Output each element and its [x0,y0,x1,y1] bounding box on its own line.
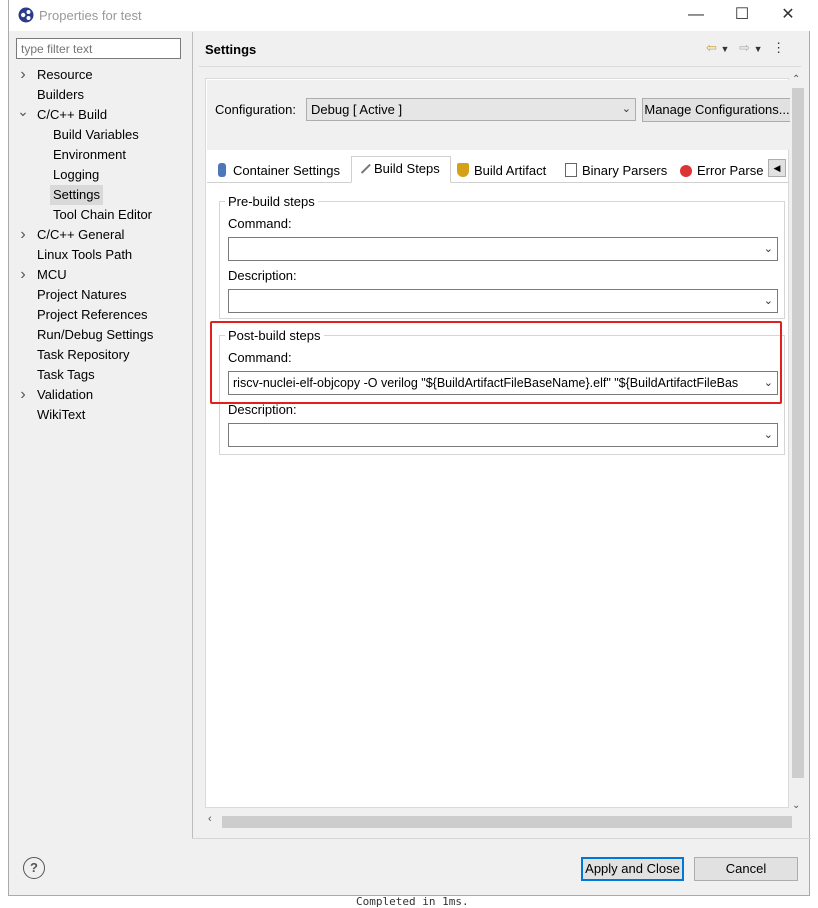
build-steps-icon [355,158,371,174]
tree-item-label: Validation [37,387,94,402]
view-menu-icon[interactable]: ⋮ [772,40,785,55]
tab-error-parse[interactable]: Error Parse [675,159,767,183]
prebuild-command-field[interactable]: ⌄ [228,237,778,261]
binary-icon [565,163,577,177]
chevron-right-icon[interactable]: › [17,225,29,245]
pane-divider[interactable] [192,32,193,838]
tab-scroll-left-icon[interactable]: ◀ [768,159,786,177]
tree-item-label: Resource [37,67,93,82]
tree-item-label: WikiText [37,407,86,422]
help-icon[interactable]: ? [23,857,45,879]
tree-item-label: MCU [37,267,67,282]
tab-label: Build Steps [374,161,440,176]
horizontal-scroll-thumb[interactable] [222,816,792,828]
tab-binary-parsers[interactable]: Binary Parsers [560,159,674,183]
prebuild-description-label: Description: [228,268,297,283]
header-separator [199,66,801,67]
postbuild-description-field[interactable]: ⌄ [228,423,778,447]
cancel-button[interactable]: Cancel [694,857,798,881]
filter-input[interactable] [16,38,181,59]
forward-arrow-icon[interactable]: ⇨ [739,40,750,55]
tree-item-label: C/C++ General [37,227,125,242]
page-title: Settings [205,42,257,57]
chevron-right-icon[interactable]: › [17,65,29,85]
chevron-right-icon[interactable]: › [17,385,29,405]
prebuild-description-field[interactable]: ⌄ [228,289,778,313]
tree-item-label: Project Natures [37,287,127,302]
scroll-up-icon[interactable]: ⌃ [792,74,800,85]
minimize-icon[interactable]: — [673,2,719,30]
properties-dialog: Properties for test — ☐ ✕ › Resource Build… [8,0,811,896]
tree-item-label: Tool Chain Editor [53,207,152,222]
tab-build-steps[interactable]: Build Steps [351,156,451,183]
chevron-down-icon[interactable]: ⌄ [764,238,773,260]
tab-label: Binary Parsers [582,163,668,178]
tree-item-label: Task Repository [37,347,130,362]
chevron-down-icon[interactable]: ⌄ [17,101,29,121]
tab-strip: Container Settings Build Steps Build Artif… [206,79,790,189]
chevron-down-icon[interactable]: ⌄ [764,424,773,446]
scroll-down-icon[interactable]: ⌄ [792,800,800,811]
settings-panel: Configuration: Debug [ Active ] ⌄ Manage… [205,78,792,808]
tree-item-label: Builders [37,87,84,102]
postbuild-description-label: Description: [228,402,297,417]
tree-item-label: Run/Debug Settings [37,327,154,342]
window-title: Properties for test [39,8,142,23]
horizontal-scrollbar[interactable]: ‹ [205,813,792,828]
prebuild-command-label: Command: [228,216,292,231]
scroll-left-icon[interactable]: ‹ [208,813,212,825]
tree-item-label: C/C++ Build [37,107,108,122]
tree-item-label: Project References [37,307,148,322]
maximize-icon[interactable]: ☐ [719,2,765,30]
trophy-icon [457,163,469,177]
tree-item-label: Environment [53,147,126,162]
tab-build-artifact[interactable]: Build Artifact [452,159,558,183]
tab-label: Build Artifact [474,163,547,178]
footer-separator [192,838,811,839]
app-logo-icon [18,7,34,23]
tab-label: Error Parse [697,163,764,178]
back-arrow-icon[interactable]: ⇦ [706,40,717,55]
tree-item-label: Linux Tools Path [37,247,133,262]
tree-item-label: Settings [50,185,103,205]
apply-and-close-button[interactable]: Apply and Close [581,857,684,881]
tree-item-label: Task Tags [37,367,95,382]
console-status-text: Completed in 1ms. [356,895,469,908]
close-icon[interactable]: ✕ [765,2,811,30]
highlight-box [210,321,782,404]
prebuild-group-label: Pre-build steps [225,194,318,209]
container-icon [218,163,226,177]
history-nav: ⇦ ▼ ⇨ ▼ ⋮ [706,40,785,56]
tree-item-label: Logging [53,167,100,182]
vertical-scroll-thumb[interactable] [792,88,804,778]
tab-label: Container Settings [233,163,340,178]
chevron-right-icon[interactable]: › [17,265,29,285]
error-icon [680,165,692,177]
chevron-down-icon[interactable]: ⌄ [764,290,773,312]
tree-item-label: Build Variables [53,127,139,142]
vertical-scrollbar[interactable]: ⌃ ⌄ [790,74,804,814]
title-bar: Properties for test — ☐ ✕ [9,0,811,31]
tab-container-settings[interactable]: Container Settings [211,159,349,183]
chevron-down-icon[interactable]: ▼ [754,44,763,54]
chevron-down-icon[interactable]: ▼ [721,44,730,54]
